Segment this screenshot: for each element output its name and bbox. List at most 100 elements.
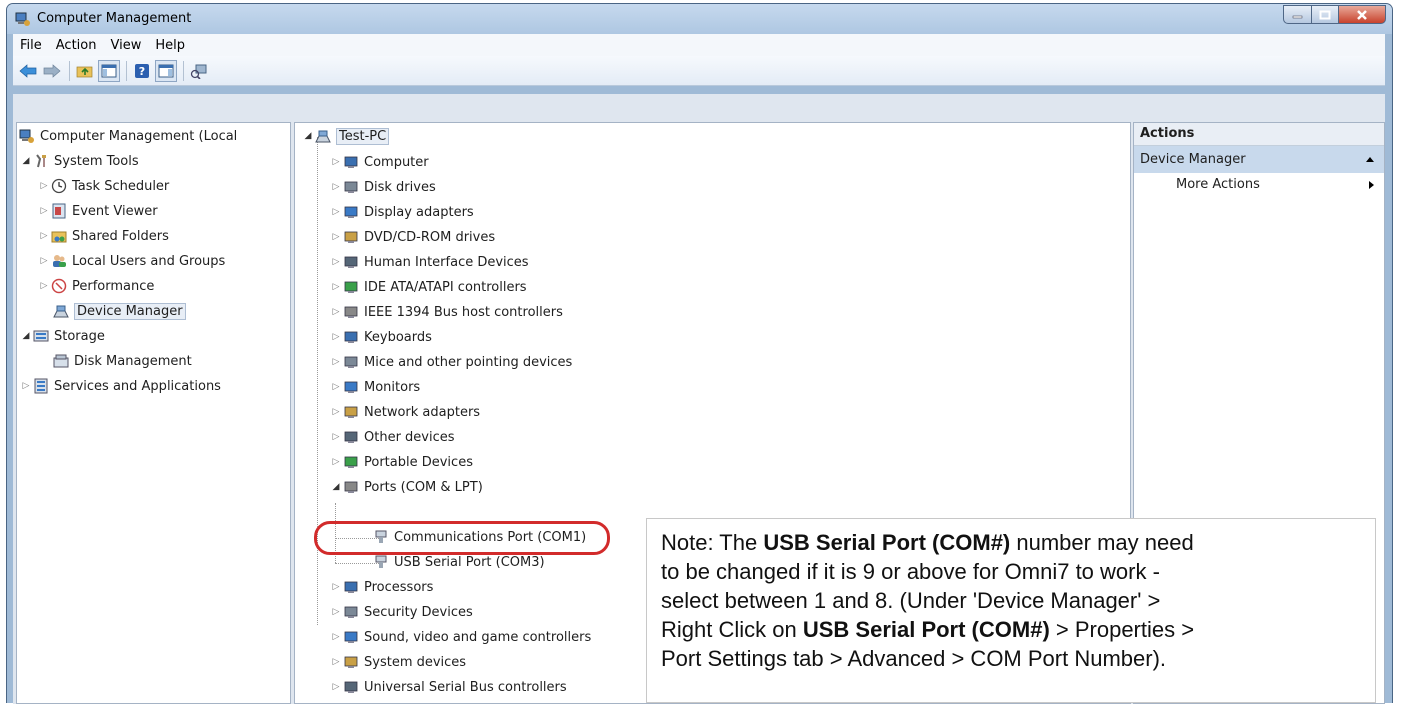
- menu-view[interactable]: View: [103, 38, 148, 53]
- tree-item-device-category[interactable]: ▷ Disk drives: [331, 176, 436, 198]
- console-tree-pane: Computer Management (Local ◢ System Tool…: [16, 122, 291, 704]
- menu-bar: File Action View Help: [13, 34, 1385, 56]
- menu-action[interactable]: Action: [49, 38, 104, 53]
- tree-item-device-category[interactable]: ▷ System devices: [331, 651, 467, 673]
- tree-item-device-category[interactable]: ▷ Human Interface Devices: [331, 251, 529, 273]
- collapsed-arrow-icon[interactable]: ▷: [331, 582, 341, 592]
- tree-item-disk-management[interactable]: Disk Management: [53, 350, 192, 372]
- tree-item-device-category[interactable]: ▷ Security Devices: [331, 601, 473, 623]
- collapsed-arrow-icon[interactable]: ▷: [39, 281, 49, 291]
- tree-item-device-category[interactable]: ▷ Processors: [331, 576, 434, 598]
- device-category-icon: [344, 431, 358, 443]
- collapse-up-icon[interactable]: [1366, 157, 1374, 162]
- note-text: number may need: [1010, 530, 1194, 555]
- help-button[interactable]: ?: [131, 60, 153, 82]
- collapsed-arrow-icon[interactable]: ▷: [331, 157, 341, 167]
- menu-file[interactable]: File: [13, 38, 49, 53]
- tree-item-device-category[interactable]: ▷ Sound, video and game controllers: [331, 626, 592, 648]
- tree-item-label: DVD/CD-ROM drives: [364, 229, 496, 245]
- collapsed-arrow-icon[interactable]: ▷: [331, 407, 341, 417]
- close-button[interactable]: [1339, 5, 1386, 24]
- tree-item-device-category[interactable]: ▷ Keyboards: [331, 326, 432, 348]
- collapsed-arrow-icon[interactable]: ▷: [331, 257, 341, 267]
- tree-item-shared-folders[interactable]: ▷ Shared Folders: [39, 225, 169, 247]
- tree-item-device-category[interactable]: ▷ IDE ATA/ATAPI controllers: [331, 276, 527, 298]
- maximize-button[interactable]: [1312, 5, 1339, 24]
- collapsed-arrow-icon[interactable]: ▷: [331, 307, 341, 317]
- tree-item-task-scheduler[interactable]: ▷ Task Scheduler: [39, 175, 170, 197]
- tree-item-label: IDE ATA/ATAPI controllers: [364, 279, 527, 295]
- expanded-arrow-icon[interactable]: ◢: [21, 331, 31, 341]
- device-category-icon: [344, 181, 358, 193]
- collapsed-arrow-icon[interactable]: ▷: [331, 632, 341, 642]
- collapsed-arrow-icon[interactable]: ▷: [21, 381, 31, 391]
- collapsed-arrow-icon[interactable]: ▷: [331, 282, 341, 292]
- tree-item-device-category[interactable]: ▷ DVD/CD-ROM drives: [331, 226, 496, 248]
- collapsed-arrow-icon[interactable]: ▷: [39, 181, 49, 191]
- tree-item-label: Universal Serial Bus controllers: [364, 679, 567, 695]
- tree-item-label: Keyboards: [364, 329, 432, 345]
- tree-item-storage[interactable]: ◢ Storage: [21, 325, 105, 347]
- tree-item-device-manager[interactable]: Device Manager: [53, 300, 186, 322]
- minimize-button[interactable]: [1283, 5, 1312, 24]
- collapsed-arrow-icon[interactable]: ▷: [39, 231, 49, 241]
- tree-item-label: Disk Management: [74, 353, 192, 369]
- collapsed-arrow-icon[interactable]: ▷: [331, 682, 341, 692]
- tree-item-label: Portable Devices: [364, 454, 473, 470]
- back-button[interactable]: [17, 60, 39, 82]
- tree-item-device-category[interactable]: ▷ Other devices: [331, 426, 455, 448]
- device-category-icon: [344, 381, 358, 393]
- tree-item-device-category[interactable]: ▷ Network adapters: [331, 401, 481, 423]
- scan-hardware-button[interactable]: [188, 60, 210, 82]
- collapsed-arrow-icon[interactable]: ▷: [331, 432, 341, 442]
- expanded-arrow-icon[interactable]: ◢: [21, 156, 31, 166]
- tree-item-services-and-applications[interactable]: ▷ Services and Applications: [21, 375, 221, 397]
- collapsed-arrow-icon[interactable]: ▷: [331, 207, 341, 217]
- collapsed-arrow-icon[interactable]: ▷: [331, 457, 341, 467]
- tree-item-device-category[interactable]: ▷ IEEE 1394 Bus host controllers: [331, 301, 563, 323]
- tree-item-local-users-and-groups[interactable]: ▷ Local Users and Groups: [39, 250, 226, 272]
- actions-device-manager-section[interactable]: Device Manager: [1134, 146, 1384, 173]
- show-hide-console-tree-button[interactable]: [98, 59, 120, 82]
- collapsed-arrow-icon[interactable]: ▷: [331, 382, 341, 392]
- tree-item-device-category[interactable]: ▷ Universal Serial Bus controllers: [331, 676, 567, 698]
- collapsed-arrow-icon[interactable]: ▷: [331, 657, 341, 667]
- close-icon: [1357, 9, 1367, 20]
- tree-item-label: Other devices: [364, 429, 455, 445]
- collapsed-arrow-icon[interactable]: ▷: [331, 232, 341, 242]
- collapsed-arrow-icon[interactable]: ▷: [331, 357, 341, 367]
- up-one-level-button[interactable]: [74, 60, 96, 82]
- tools-icon: [36, 154, 46, 168]
- tree-item-device-category[interactable]: ▷ Computer: [331, 151, 429, 173]
- collapsed-arrow-icon[interactable]: ▷: [331, 182, 341, 192]
- window-title: Computer Management: [37, 11, 192, 26]
- performance-icon: [51, 278, 67, 294]
- tree-item-label: Processors: [364, 579, 434, 595]
- tree-item-test-pc[interactable]: ◢ Test-PC: [303, 125, 390, 147]
- collapsed-arrow-icon[interactable]: ▷: [39, 206, 49, 216]
- collapsed-arrow-icon[interactable]: ▷: [331, 607, 341, 617]
- menu-help[interactable]: Help: [148, 38, 192, 53]
- collapsed-arrow-icon[interactable]: ▷: [39, 256, 49, 266]
- tree-item-device-category[interactable]: ◢ Ports (COM & LPT): [331, 476, 483, 498]
- tree-item-device-category[interactable]: ▷ Portable Devices: [331, 451, 473, 473]
- tree-item-performance[interactable]: ▷ Performance: [39, 275, 155, 297]
- expanded-arrow-icon[interactable]: ◢: [331, 482, 341, 492]
- show-hide-action-pane-button[interactable]: [155, 59, 177, 82]
- note-text: > Properties >: [1049, 617, 1195, 642]
- tree-item-label: Device Manager: [74, 302, 186, 320]
- more-actions-link[interactable]: More Actions: [1176, 177, 1260, 192]
- collapsed-arrow-icon[interactable]: ▷: [331, 332, 341, 342]
- title-bar[interactable]: Computer Management: [7, 4, 1392, 34]
- tree-item-computer-management[interactable]: Computer Management (Local: [19, 125, 237, 147]
- tree-item-device-category[interactable]: ▷ Monitors: [331, 376, 421, 398]
- tree-item-device-category[interactable]: ▷ Display adapters: [331, 201, 474, 223]
- expanded-arrow-icon[interactable]: ◢: [303, 131, 313, 141]
- tree-item-device-category[interactable]: ▷ Mice and other pointing devices: [331, 351, 573, 373]
- tree-item-event-viewer[interactable]: ▷ Event Viewer: [39, 200, 158, 222]
- forward-button[interactable]: [41, 60, 63, 82]
- tree-item-label: Services and Applications: [54, 378, 221, 394]
- tree-item-system-tools[interactable]: ◢ System Tools: [21, 150, 139, 172]
- device-category-icon: [344, 331, 358, 343]
- note-text: Note: The: [661, 530, 764, 555]
